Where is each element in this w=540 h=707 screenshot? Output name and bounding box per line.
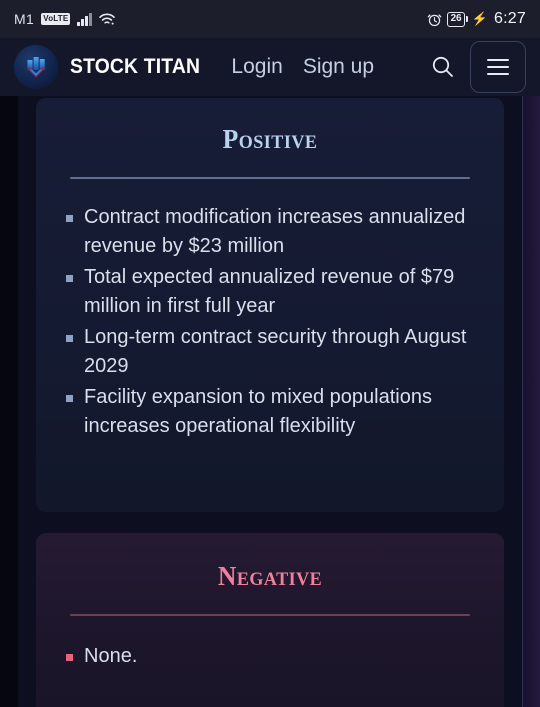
phone-screen: M1 VoLTE 26 ⚡ 6:27 STOCK TITAN Login Sig…	[0, 0, 540, 707]
hamburger-menu-icon[interactable]	[470, 41, 526, 93]
negative-card: Negative None.	[36, 533, 504, 707]
search-icon[interactable]	[428, 52, 458, 82]
logo-home-link[interactable]: STOCK TITAN	[14, 45, 211, 89]
list-item: Contract modification increases annualiz…	[60, 203, 478, 261]
positive-card-title: Positive	[222, 124, 318, 154]
list-item: Long-term contract security through Augu…	[60, 323, 478, 381]
site-header: STOCK TITAN Login Sign up	[0, 38, 540, 96]
header-actions	[428, 41, 526, 93]
header-nav: Login Sign up	[231, 55, 374, 79]
wifi-icon	[99, 13, 115, 26]
right-divider-line	[522, 0, 523, 707]
brand-name: STOCK TITAN	[70, 55, 201, 78]
volte-badge: VoLTE	[41, 13, 71, 25]
negative-points-list: None.	[60, 642, 478, 671]
left-gutter	[0, 96, 18, 707]
status-bar: M1 VoLTE 26 ⚡ 6:27	[0, 0, 540, 38]
alarm-clock-icon	[427, 12, 442, 27]
list-item: Total expected annualized revenue of $79…	[60, 263, 478, 321]
battery-cap	[465, 16, 468, 22]
positive-card-divider	[70, 177, 470, 179]
battery-indicator: 26	[447, 11, 468, 27]
clock-time: 6:27	[494, 10, 526, 27]
negative-card-divider	[70, 614, 470, 616]
login-link[interactable]: Login	[231, 55, 282, 79]
signal-bars-icon	[77, 12, 92, 26]
list-item: Facility expansion to mixed populations …	[60, 383, 478, 441]
carrier-label: M1	[14, 11, 35, 27]
charging-bolt-icon: ⚡	[471, 11, 489, 26]
stock-titan-logo-icon	[14, 45, 58, 89]
battery-percent: 26	[447, 11, 465, 27]
negative-card-title: Negative	[217, 561, 323, 591]
status-bar-left: M1 VoLTE	[14, 11, 115, 27]
list-item: None.	[60, 642, 478, 671]
positive-card: Positive Contract modification increases…	[36, 98, 504, 512]
positive-points-list: Contract modification increases annualiz…	[60, 203, 478, 441]
hamburger-lines	[487, 59, 509, 75]
status-bar-right: 26 ⚡ 6:27	[427, 10, 526, 28]
signup-link[interactable]: Sign up	[303, 55, 374, 79]
